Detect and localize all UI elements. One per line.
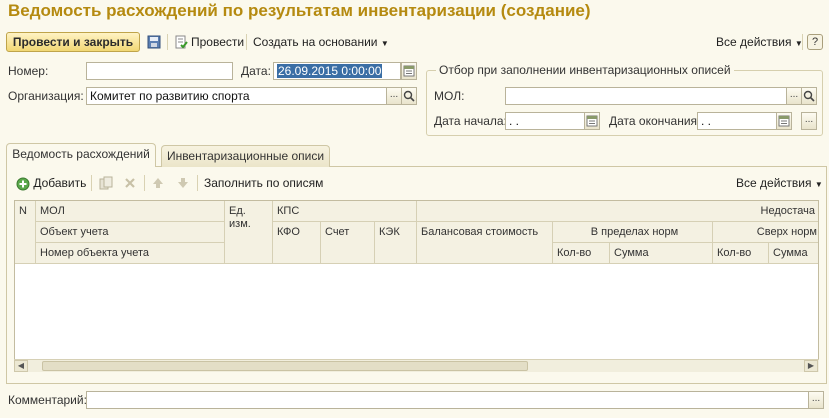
date-label: Дата: — [241, 64, 271, 78]
number-input[interactable] — [86, 62, 233, 80]
start-date-calendar-button[interactable] — [584, 112, 600, 130]
column-header-sum-above[interactable]: Сумма — [769, 243, 818, 264]
toolbar-separator — [197, 175, 198, 191]
delete-icon[interactable] — [123, 176, 137, 193]
ellipsis-icon: ... — [804, 114, 814, 125]
grid-all-actions-menu[interactable]: Все действия ▼ — [736, 173, 823, 195]
column-header-kek[interactable]: КЭК — [375, 222, 417, 264]
comment-input[interactable] — [86, 391, 809, 409]
filter-group-title: Отбор при заполнении инвентаризационных … — [436, 62, 734, 78]
create-based-on-label: Создать на основании — [253, 35, 378, 49]
calendar-icon — [403, 65, 415, 77]
all-actions-label: Все действия — [716, 35, 792, 49]
column-header-object[interactable]: Объект учета — [36, 222, 225, 243]
column-header-kfo[interactable]: КФО — [273, 222, 321, 264]
column-header-unit[interactable]: Ед. изм. — [225, 201, 273, 264]
scroll-thumb[interactable] — [42, 361, 528, 371]
organization-input[interactable]: Комитет по развитию спорта — [86, 87, 387, 105]
column-header-sum-within[interactable]: Сумма — [610, 243, 713, 264]
column-header-mol[interactable]: МОЛ — [36, 201, 225, 222]
ellipsis-icon: ... — [811, 393, 821, 404]
toolbar-separator — [144, 175, 145, 191]
column-header-object-number[interactable]: Номер объекта учета — [36, 243, 225, 264]
start-date-label: Дата начала: — [434, 114, 507, 128]
column-header-kps[interactable]: КПС — [273, 201, 417, 222]
arrow-right-icon: ▶ — [807, 361, 815, 370]
column-header-account[interactable]: Счет — [321, 222, 375, 264]
toolbar-separator — [246, 34, 247, 50]
number-label: Номер: — [8, 64, 49, 78]
add-icon — [16, 177, 30, 191]
start-date-input[interactable]: . . — [505, 112, 585, 130]
post-button[interactable]: Провести — [191, 32, 244, 52]
column-header-within-norms[interactable]: В пределах норм — [553, 222, 713, 243]
tab-inventory-lists[interactable]: Инвентаризационные описи — [161, 145, 330, 167]
horizontal-scrollbar[interactable]: ◀ ▶ — [14, 359, 819, 372]
organization-select-button[interactable]: ... — [386, 87, 402, 105]
create-based-on-menu[interactable]: Создать на основании ▼ — [253, 32, 389, 54]
date-input[interactable]: 26.09.2015 0:00:00 — [273, 62, 401, 80]
discrepancy-table[interactable]: N МОЛ Объект учета Номер объекта учета Е… — [14, 200, 819, 372]
comment-label: Комментарий: — [8, 393, 87, 407]
ellipsis-icon: ... — [389, 89, 399, 100]
end-date-input[interactable]: . . — [697, 112, 777, 130]
move-up-icon[interactable] — [151, 176, 165, 193]
toolbar-separator — [91, 175, 92, 191]
toolbar-separator — [802, 34, 803, 50]
end-date-calendar-button[interactable] — [776, 112, 792, 130]
calendar-button[interactable] — [401, 62, 417, 80]
column-header-n[interactable]: N — [15, 201, 36, 264]
chevron-down-icon: ▼ — [380, 39, 389, 48]
clear-period-button[interactable]: ... — [801, 112, 817, 130]
post-and-close-button[interactable]: Провести и закрыть — [6, 32, 140, 52]
organization-open-button[interactable] — [401, 87, 417, 105]
end-date-label: Дата окончания: — [609, 114, 701, 128]
toolbar-separator — [167, 34, 168, 50]
tab-discrepancy-sheet[interactable]: Ведомость расхождений — [6, 143, 156, 167]
mol-select-button[interactable]: ... — [786, 87, 802, 105]
save-icon[interactable] — [147, 35, 161, 49]
column-header-qty-within[interactable]: Кол-во — [553, 243, 610, 264]
column-header-above-norms[interactable]: Сверх норм — [713, 222, 818, 243]
search-icon — [803, 90, 815, 102]
column-header-qty-above[interactable]: Кол-во — [713, 243, 769, 264]
search-icon — [403, 90, 415, 102]
calendar-icon — [778, 115, 790, 127]
add-label: Добавить — [33, 176, 87, 190]
mol-input[interactable] — [505, 87, 787, 105]
scroll-left-button[interactable]: ◀ — [14, 360, 28, 372]
post-icon[interactable] — [174, 35, 188, 49]
add-button[interactable]: Добавить — [16, 173, 86, 193]
mol-open-button[interactable] — [801, 87, 817, 105]
fill-from-lists-button[interactable]: Заполнить по описям — [204, 173, 323, 193]
date-value: 26.09.2015 0:00:00 — [277, 64, 383, 78]
all-actions-menu[interactable]: Все действия ▼ — [716, 32, 803, 54]
grid-all-actions-label: Все действия — [736, 176, 812, 190]
help-button[interactable]: ? — [807, 34, 823, 50]
move-down-icon[interactable] — [176, 176, 190, 193]
help-icon: ? — [811, 36, 819, 48]
column-header-shortage[interactable]: Недостача — [417, 201, 818, 222]
page-title: Ведомость расхождений по результатам инв… — [8, 1, 591, 20]
scroll-right-button[interactable]: ▶ — [804, 360, 818, 372]
copy-icon[interactable] — [99, 176, 113, 193]
calendar-icon — [586, 115, 598, 127]
ellipsis-icon: ... — [789, 89, 799, 100]
arrow-left-icon: ◀ — [17, 361, 25, 370]
column-header-balance-cost[interactable]: Балансовая стоимость — [417, 222, 553, 264]
chevron-down-icon: ▼ — [814, 180, 823, 189]
comment-edit-button[interactable]: ... — [808, 391, 824, 409]
mol-label: МОЛ: — [434, 89, 465, 103]
organization-label: Организация: — [8, 89, 84, 103]
